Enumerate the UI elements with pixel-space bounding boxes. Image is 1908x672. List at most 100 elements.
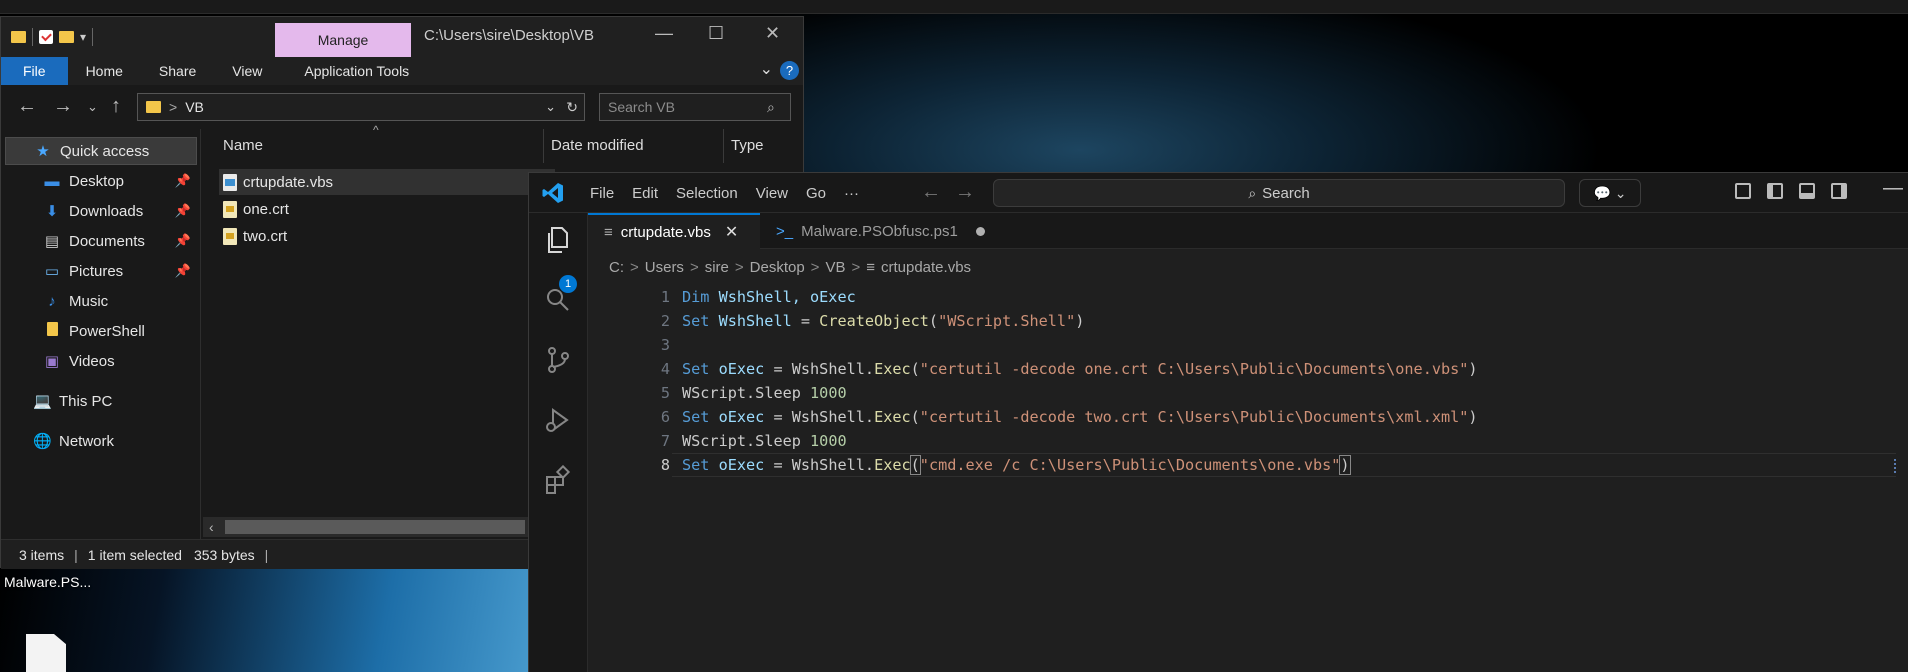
menu-selection[interactable]: Selection: [667, 185, 747, 202]
nav-item-videos[interactable]: ▣ Videos: [5, 347, 197, 375]
code-line[interactable]: Set oExec = WshShell.Exec("certutil -dec…: [682, 405, 1478, 429]
nav-item-music[interactable]: ♪ Music: [5, 287, 197, 315]
customize-layout-icon[interactable]: [1735, 183, 1751, 199]
file-name: two.crt: [243, 227, 288, 245]
horizontal-scrollbar[interactable]: ‹: [203, 517, 533, 537]
pin-icon[interactable]: 📌: [175, 203, 191, 219]
code-line[interactable]: WScript.Sleep 1000: [682, 381, 847, 405]
menu-file[interactable]: File: [581, 185, 623, 202]
code-line[interactable]: Dim WshShell, oExec: [682, 285, 856, 309]
menu-view[interactable]: View: [747, 185, 797, 202]
ribbon-tab-view[interactable]: View: [214, 57, 280, 85]
file-row[interactable]: one.crt: [223, 196, 553, 222]
status-separator: |: [74, 546, 78, 563]
column-header-name[interactable]: Name: [223, 137, 263, 154]
download-icon: ⬇: [45, 203, 59, 220]
scroll-left-icon[interactable]: ‹: [209, 517, 214, 537]
close-icon[interactable]: ✕: [725, 222, 738, 242]
documents-icon: ▤: [44, 233, 60, 250]
tab-crtupdate-vbs[interactable]: ≡ crtupdate.vbs ✕: [588, 213, 760, 249]
ribbon-tab-file[interactable]: File: [1, 57, 68, 85]
address-current-folder[interactable]: VB: [185, 99, 204, 115]
breadcrumb-item[interactable]: Users: [645, 259, 684, 276]
extensions-icon[interactable]: [543, 465, 573, 495]
refresh-icon[interactable]: ↻: [566, 99, 578, 116]
menu-go[interactable]: Go: [797, 185, 835, 202]
search-icon[interactable]: [543, 285, 573, 315]
back-arrow-icon[interactable]: ←: [921, 181, 955, 203]
nav-item-pictures[interactable]: ▭ Pictures 📌: [5, 257, 197, 285]
breadcrumb-item[interactable]: VB: [825, 259, 845, 276]
line-number: 1: [660, 288, 670, 306]
address-box[interactable]: > VB ⌄ ↻: [137, 93, 585, 121]
column-header-date-modified[interactable]: Date modified: [551, 137, 644, 154]
ribbon-tab-application-tools[interactable]: Application Tools: [280, 57, 433, 85]
copilot-button[interactable]: 💬 ⌄: [1579, 179, 1641, 207]
customize-toolbar-icon[interactable]: ▾: [80, 30, 86, 44]
nav-item-this-pc[interactable]: 💻 This PC: [5, 387, 197, 415]
breadcrumb-item[interactable]: C:: [609, 259, 624, 276]
run-and-debug-icon[interactable]: [543, 405, 573, 435]
breadcrumb-file[interactable]: crtupdate.vbs: [881, 259, 971, 276]
code-line[interactable]: Set oExec = WshShell.Exec("cmd.exe /c C:…: [682, 453, 1351, 477]
explorer-files-icon[interactable]: [543, 225, 573, 255]
breadcrumb-item[interactable]: Desktop: [750, 259, 805, 276]
desktop-icon-label[interactable]: Malware.PS...: [4, 574, 91, 590]
more-menu-icon[interactable]: ···: [835, 185, 868, 202]
tab-malware-psobfusc[interactable]: >_ Malware.PSObfusc.ps1: [760, 213, 1001, 249]
code-line[interactable]: Set WshShell = CreateObject("WScript.She…: [682, 309, 1084, 333]
pin-icon[interactable]: 📌: [175, 173, 191, 189]
desktop-file-icon[interactable]: [26, 634, 66, 672]
nav-item-quick-access[interactable]: ★ Quick access: [5, 137, 197, 165]
menu-edit[interactable]: Edit: [623, 185, 667, 202]
code-editor[interactable]: 1 2 3 4 5 6 7 8 Dim WshShell, oExec Set …: [588, 285, 1908, 672]
vscode-window: File Edit Selection View Go ··· ←→ ⌕ Sear…: [528, 172, 1908, 672]
new-folder-icon[interactable]: [59, 31, 74, 43]
nav-item-powershell[interactable]: PowerShell: [5, 317, 197, 345]
up-arrow-icon[interactable]: ↑: [111, 95, 121, 118]
close-icon[interactable]: ✕: [765, 23, 780, 44]
ribbon-tab-home[interactable]: Home: [68, 57, 141, 85]
nav-item-network[interactable]: 🌐 Network: [5, 427, 197, 455]
nav-item-label: Documents: [69, 232, 145, 250]
chevron-down-icon[interactable]: ⌄: [760, 59, 773, 79]
line-number: 6: [660, 408, 670, 426]
code-line[interactable]: WScript.Sleep 1000: [682, 429, 847, 453]
minimize-icon[interactable]: —: [1883, 177, 1903, 200]
properties-icon[interactable]: [39, 30, 53, 44]
forward-arrow-icon[interactable]: →: [53, 95, 73, 118]
search-input[interactable]: Search VB: [599, 93, 791, 121]
toggle-secondary-sidebar-icon[interactable]: [1831, 183, 1847, 199]
music-icon: ♪: [48, 292, 56, 310]
divider: [32, 28, 33, 46]
pin-icon[interactable]: 📌: [175, 263, 191, 279]
nav-item-downloads[interactable]: ⬇ Downloads 📌: [5, 197, 197, 225]
breadcrumb-item[interactable]: sire: [705, 259, 729, 276]
minimize-icon[interactable]: —: [655, 23, 673, 44]
manage-tab[interactable]: Manage: [275, 23, 411, 57]
maximize-icon[interactable]: ☐: [708, 23, 724, 44]
minimap[interactable]: [1894, 459, 1904, 473]
scrollbar-thumb[interactable]: [225, 520, 525, 534]
chevron-down-icon[interactable]: ⌄: [545, 99, 556, 115]
command-center-search[interactable]: ⌕ Search: [993, 179, 1565, 207]
back-arrow-icon[interactable]: ←: [17, 95, 37, 118]
nav-item-desktop[interactable]: ▬ Desktop 📌: [5, 167, 197, 195]
unsaved-dot-icon[interactable]: [975, 226, 985, 236]
recent-locations-icon[interactable]: ⌄: [87, 99, 98, 115]
file-row[interactable]: crtupdate.vbs: [219, 169, 555, 195]
toggle-panel-icon[interactable]: [1799, 183, 1815, 199]
toggle-primary-sidebar-icon[interactable]: [1767, 183, 1783, 199]
column-header-type[interactable]: Type: [731, 137, 764, 154]
help-icon[interactable]: ?: [780, 61, 799, 80]
nav-item-label: Pictures: [69, 262, 124, 280]
ribbon-tab-share[interactable]: Share: [141, 57, 214, 85]
nav-item-documents[interactable]: ▤ Documents 📌: [5, 227, 197, 255]
source-control-icon[interactable]: [543, 345, 573, 375]
explorer-titlebar: ▾ Manage C:\Users\sire\Desktop\VB — ☐ ✕: [1, 17, 803, 57]
file-row[interactable]: two.crt: [223, 223, 553, 249]
search-icon[interactable]: ⌕: [767, 99, 775, 116]
forward-arrow-icon[interactable]: →: [955, 181, 989, 203]
code-line[interactable]: Set oExec = WshShell.Exec("certutil -dec…: [682, 357, 1478, 381]
pin-icon[interactable]: 📌: [175, 233, 191, 249]
